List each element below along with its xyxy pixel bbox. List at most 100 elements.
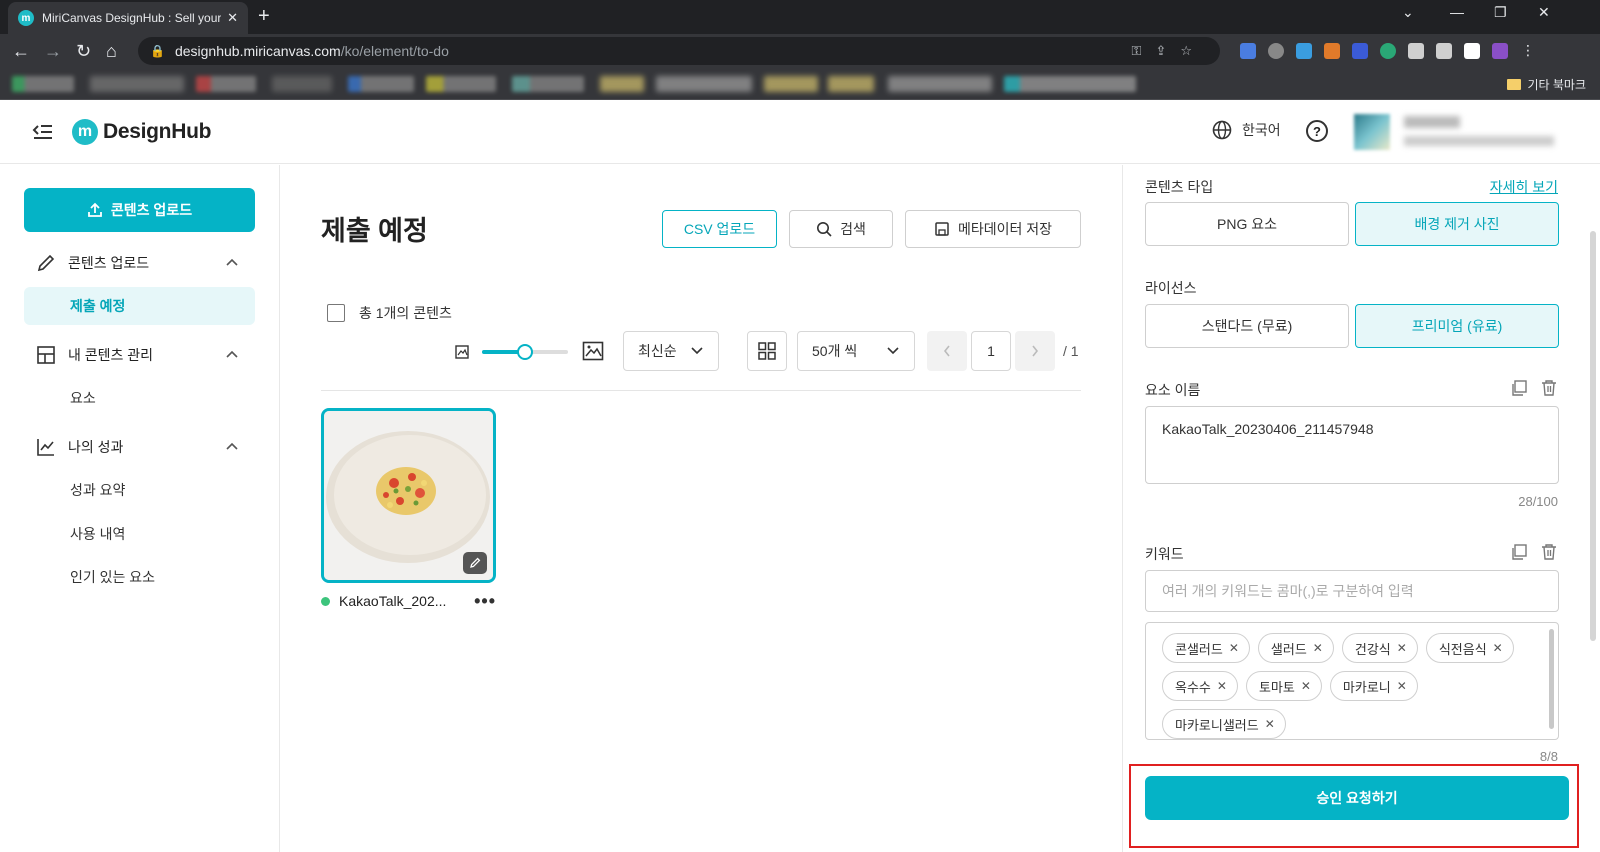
browser-tab[interactable]: m MiriCanvas DesignHub : Sell your desig…: [8, 2, 248, 34]
save-metadata-button[interactable]: 메타데이터 저장: [905, 210, 1081, 248]
per-page-select[interactable]: 50개 씩: [797, 331, 915, 371]
search-button[interactable]: 검색: [789, 210, 893, 248]
sidebar-section-my-content[interactable]: 내 콘텐츠 관리: [24, 337, 255, 373]
help-icon[interactable]: ?: [1306, 120, 1328, 142]
remove-keyword-icon[interactable]: ✕: [1301, 679, 1311, 693]
license-option-standard[interactable]: 스탠다드 (무료): [1145, 304, 1349, 348]
content-card-name[interactable]: KakaoTalk_202...: [339, 593, 468, 609]
remove-keyword-icon[interactable]: ✕: [1265, 717, 1275, 731]
user-name-blurred: [1404, 116, 1460, 128]
type-option-png[interactable]: PNG 요소: [1145, 202, 1349, 246]
designhub-logo[interactable]: m DesignHub: [72, 119, 211, 145]
bookmark-item[interactable]: [888, 76, 992, 92]
minimize-icon[interactable]: —: [1450, 4, 1464, 20]
keyword-input[interactable]: [1145, 570, 1559, 612]
bookmark-item[interactable]: [764, 76, 818, 92]
keyword-scrollbar[interactable]: [1549, 629, 1554, 729]
next-page-button[interactable]: [1015, 331, 1055, 371]
bookmark-item[interactable]: [196, 76, 256, 92]
extension-icon[interactable]: [1268, 43, 1284, 59]
metamask-extension-icon[interactable]: [1324, 43, 1340, 59]
prev-page-button[interactable]: [927, 331, 967, 371]
select-all[interactable]: 총 1개의 콘텐츠: [327, 303, 452, 323]
forward-icon[interactable]: →: [44, 40, 62, 62]
element-name-field[interactable]: KakaoTalk_20230406_211457948: [1145, 406, 1559, 484]
sidebar-section-upload[interactable]: 콘텐츠 업로드: [24, 245, 255, 281]
bookmark-item[interactable]: [828, 76, 874, 92]
grid-view-button[interactable]: [747, 331, 787, 371]
omnibox[interactable]: 🔒 designhub.miricanvas.com/ko/element/to…: [138, 37, 1220, 65]
details-link[interactable]: 자세히 보기: [1490, 177, 1558, 197]
sidebar-item-usage-history[interactable]: 사용 내역: [24, 515, 255, 553]
select-all-checkbox[interactable]: [327, 304, 345, 322]
current-page-input[interactable]: 1: [971, 331, 1011, 371]
slider-thumb[interactable]: [517, 344, 533, 360]
chevron-left-icon: [943, 345, 950, 357]
tab-search-icon[interactable]: ⌄: [1402, 4, 1414, 21]
content-thumbnail-card[interactable]: [321, 408, 496, 583]
keyword-chip-label: 콘샐러드: [1175, 641, 1223, 657]
bookmark-item[interactable]: [656, 76, 752, 92]
new-tab-icon[interactable]: +: [258, 5, 270, 27]
bookmark-item[interactable]: [348, 76, 414, 92]
extension-icon[interactable]: [1380, 43, 1396, 59]
remove-keyword-icon[interactable]: ✕: [1229, 641, 1239, 655]
share-icon[interactable]: ⇪: [1155, 43, 1180, 58]
remove-keyword-icon[interactable]: ✕: [1313, 641, 1323, 655]
trash-icon[interactable]: [1540, 543, 1558, 561]
reading-list-icon[interactable]: [1436, 43, 1452, 59]
bookmark-item[interactable]: [426, 76, 496, 92]
puzzle-extensions-icon[interactable]: [1408, 43, 1424, 59]
request-approval-button[interactable]: 승인 요청하기: [1145, 776, 1569, 820]
license-option-premium[interactable]: 프리미엄 (유료): [1355, 304, 1559, 348]
key-icon[interactable]: ⚿: [1132, 43, 1156, 58]
remove-keyword-icon[interactable]: ✕: [1397, 679, 1407, 693]
chrome-menu-icon[interactable]: ⋮: [1520, 43, 1536, 59]
other-bookmarks[interactable]: 기타 북마크: [1507, 76, 1586, 93]
keyword-chip: 샐러드 ✕: [1257, 633, 1334, 663]
sort-select[interactable]: 최신순: [623, 331, 719, 371]
trash-icon[interactable]: [1540, 379, 1558, 397]
upload-content-button[interactable]: 콘텐츠 업로드: [24, 188, 255, 232]
translate-extension-icon[interactable]: [1240, 43, 1256, 59]
bookmark-item[interactable]: [90, 76, 184, 92]
tab-close-icon[interactable]: ✕: [227, 10, 238, 26]
upload-icon: [88, 202, 102, 217]
menu-collapse-icon[interactable]: [32, 122, 54, 142]
sidebar-item-performance-summary[interactable]: 성과 요약: [24, 471, 255, 509]
copy-icon[interactable]: [1510, 543, 1528, 561]
more-options-icon[interactable]: •••: [474, 592, 496, 610]
bookmark-item[interactable]: [1004, 76, 1136, 92]
extension-icon[interactable]: [1352, 43, 1368, 59]
side-panel-icon[interactable]: [1464, 43, 1480, 59]
csv-upload-button[interactable]: CSV 업로드: [662, 210, 777, 248]
copy-icon[interactable]: [1510, 379, 1528, 397]
restore-icon[interactable]: ❐: [1494, 4, 1507, 21]
home-icon[interactable]: ⌂: [106, 40, 117, 62]
pencil-icon: [37, 254, 55, 272]
back-icon[interactable]: ←: [12, 40, 30, 62]
sidebar-item-popular-elements[interactable]: 인기 있는 요소: [24, 558, 255, 596]
language-selector[interactable]: 한국어: [1212, 120, 1281, 140]
sidebar-item-to-submit[interactable]: 제출 예정: [24, 287, 255, 325]
reload-icon[interactable]: ↻: [76, 40, 91, 62]
thumbnail-size-slider[interactable]: [455, 340, 605, 364]
remove-keyword-icon[interactable]: ✕: [1493, 641, 1503, 655]
remove-keyword-icon[interactable]: ✕: [1217, 679, 1227, 693]
remove-keyword-icon[interactable]: ✕: [1397, 641, 1407, 655]
bookmark-item[interactable]: [512, 76, 584, 92]
profile-icon[interactable]: [1492, 43, 1508, 59]
bookmark-item[interactable]: [12, 76, 74, 92]
panel-scrollbar[interactable]: [1590, 231, 1596, 641]
sidebar-section-performance[interactable]: 나의 성과: [24, 429, 255, 465]
edit-pencil-icon[interactable]: [463, 552, 487, 574]
bookmark-star-icon[interactable]: ☆: [1180, 43, 1206, 58]
avatar[interactable]: [1354, 114, 1390, 150]
bookmark-item[interactable]: [272, 76, 332, 92]
extension-icon[interactable]: [1296, 43, 1312, 59]
type-option-bg-removed[interactable]: 배경 제거 사진: [1355, 202, 1559, 246]
bookmark-item[interactable]: [600, 76, 644, 92]
content-card-meta: KakaoTalk_202... •••: [321, 592, 496, 610]
window-close-icon[interactable]: ✕: [1538, 4, 1550, 21]
sidebar-item-elements[interactable]: 요소: [24, 379, 255, 417]
